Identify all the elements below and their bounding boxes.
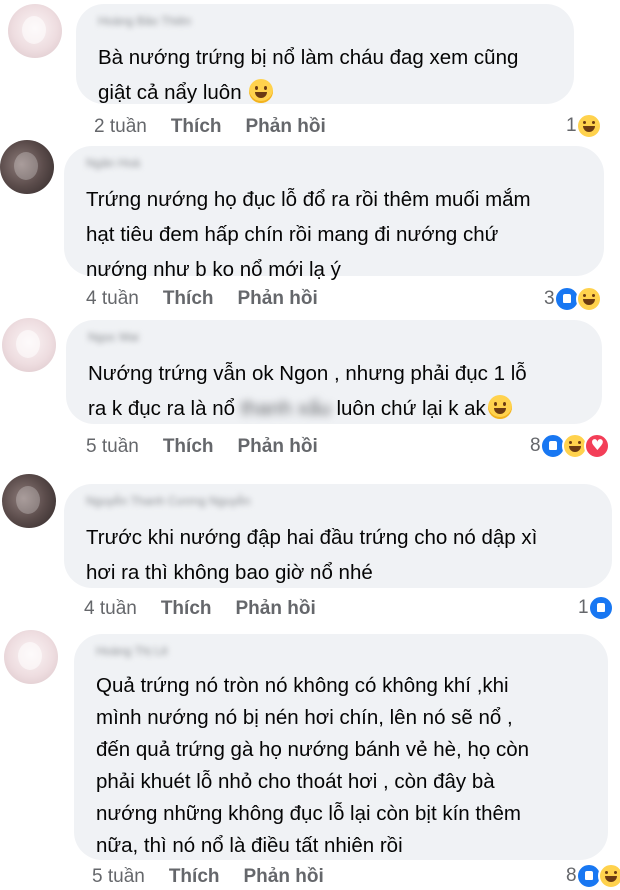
avatar[interactable] [2, 318, 56, 372]
comment-time[interactable]: 2 tuần [94, 116, 147, 137]
reply-button[interactable]: Phản hồi [244, 866, 324, 887]
avatar[interactable] [8, 4, 62, 58]
comment-text: Trứng nướng họ đục lỗ đổ ra rồi thêm muố… [86, 188, 531, 281]
comment-time[interactable]: 4 tuần [84, 598, 137, 619]
reaction-summary[interactable]: 8 [530, 432, 610, 460]
like-button[interactable]: Thích [163, 436, 214, 457]
reply-button[interactable]: Phản hồi [246, 116, 326, 137]
comment-author[interactable]: Hoàng Bảo Thiên [98, 14, 191, 28]
reply-button[interactable]: Phản hồi [238, 436, 318, 457]
reaction-count: 3 [544, 288, 555, 309]
comment-bubble: Ngân Hoà Trứng nướng họ đục lỗ đổ ra rồi… [64, 146, 604, 281]
comment-text: Quả trứng nó tròn nó không có không khí … [96, 674, 529, 857]
comment-meta: 5 tuần Thích Phản hồi [92, 866, 348, 888]
like-button[interactable]: Thích [163, 288, 214, 309]
comment-author[interactable]: Ngân Hoà [86, 156, 140, 170]
comment-author[interactable]: Hoàng Thị Lê [96, 644, 168, 658]
grinning-sweat-emoji-icon [487, 395, 512, 419]
comment-bubble: Nguyễn Thanh Cương Nguyễn Trước khi nướn… [64, 484, 612, 588]
reaction-summary[interactable]: 8 [566, 862, 620, 890]
comment-time[interactable]: 5 tuần [92, 866, 145, 887]
like-button[interactable]: Thích [169, 866, 220, 887]
avatar[interactable] [2, 474, 56, 528]
comment-meta: 4 tuần Thích Phản hồi [86, 288, 342, 310]
reaction-summary[interactable]: 1 [578, 594, 614, 622]
avatar[interactable] [4, 630, 58, 684]
comment-author[interactable]: Nguyễn Thanh Cương Nguyễn [86, 494, 250, 508]
comment-author[interactable]: Ngọc Mai [88, 330, 139, 344]
reaction-summary[interactable]: 3 [544, 285, 602, 313]
haha-reaction-icon [597, 863, 620, 889]
hidden-text: thanh xấu [240, 397, 331, 420]
reaction-count: 1 [566, 115, 577, 136]
comment-bubble: Ngọc Mai Nướng trứng vẫn ok Ngon , nhưng… [66, 320, 602, 424]
comment-time[interactable]: 5 tuần [86, 436, 139, 457]
reply-button[interactable]: Phản hồi [238, 288, 318, 309]
reaction-count: 8 [530, 435, 541, 456]
like-button[interactable]: Thích [161, 598, 212, 619]
comment-meta: 4 tuần Thích Phản hồi [84, 598, 340, 620]
comment-meta: 2 tuần Thích Phản hồi [94, 116, 350, 138]
grinning-sweat-emoji-icon [249, 79, 274, 103]
haha-reaction-icon [575, 113, 602, 139]
comment-time[interactable]: 4 tuần [86, 288, 139, 309]
comment-text: Trước khi nướng đập hai đầu trứng cho nó… [86, 526, 538, 584]
reaction-count: 8 [566, 865, 577, 886]
reaction-summary[interactable]: 1 [566, 112, 602, 140]
reply-button[interactable]: Phản hồi [236, 598, 316, 619]
comment-text: Bà nướng trứng bị nổ làm cháu đag xem cũ… [98, 46, 519, 104]
reaction-count: 1 [578, 597, 589, 618]
like-button[interactable]: Thích [171, 116, 222, 137]
avatar[interactable] [0, 140, 54, 194]
comment-bubble: Hoàng Bảo Thiên Bà nướng trứng bị nổ làm… [76, 4, 574, 104]
comment-bubble: Hoàng Thị Lê Quả trứng nó tròn nó không … [74, 634, 608, 860]
comment-meta: 5 tuần Thích Phản hồi [86, 436, 342, 458]
comment-text: Nướng trứng vẫn ok Ngon , nhưng phải đục… [88, 362, 527, 420]
haha-reaction-icon [575, 286, 602, 312]
love-reaction-icon [583, 433, 610, 459]
like-reaction-icon [587, 595, 614, 621]
